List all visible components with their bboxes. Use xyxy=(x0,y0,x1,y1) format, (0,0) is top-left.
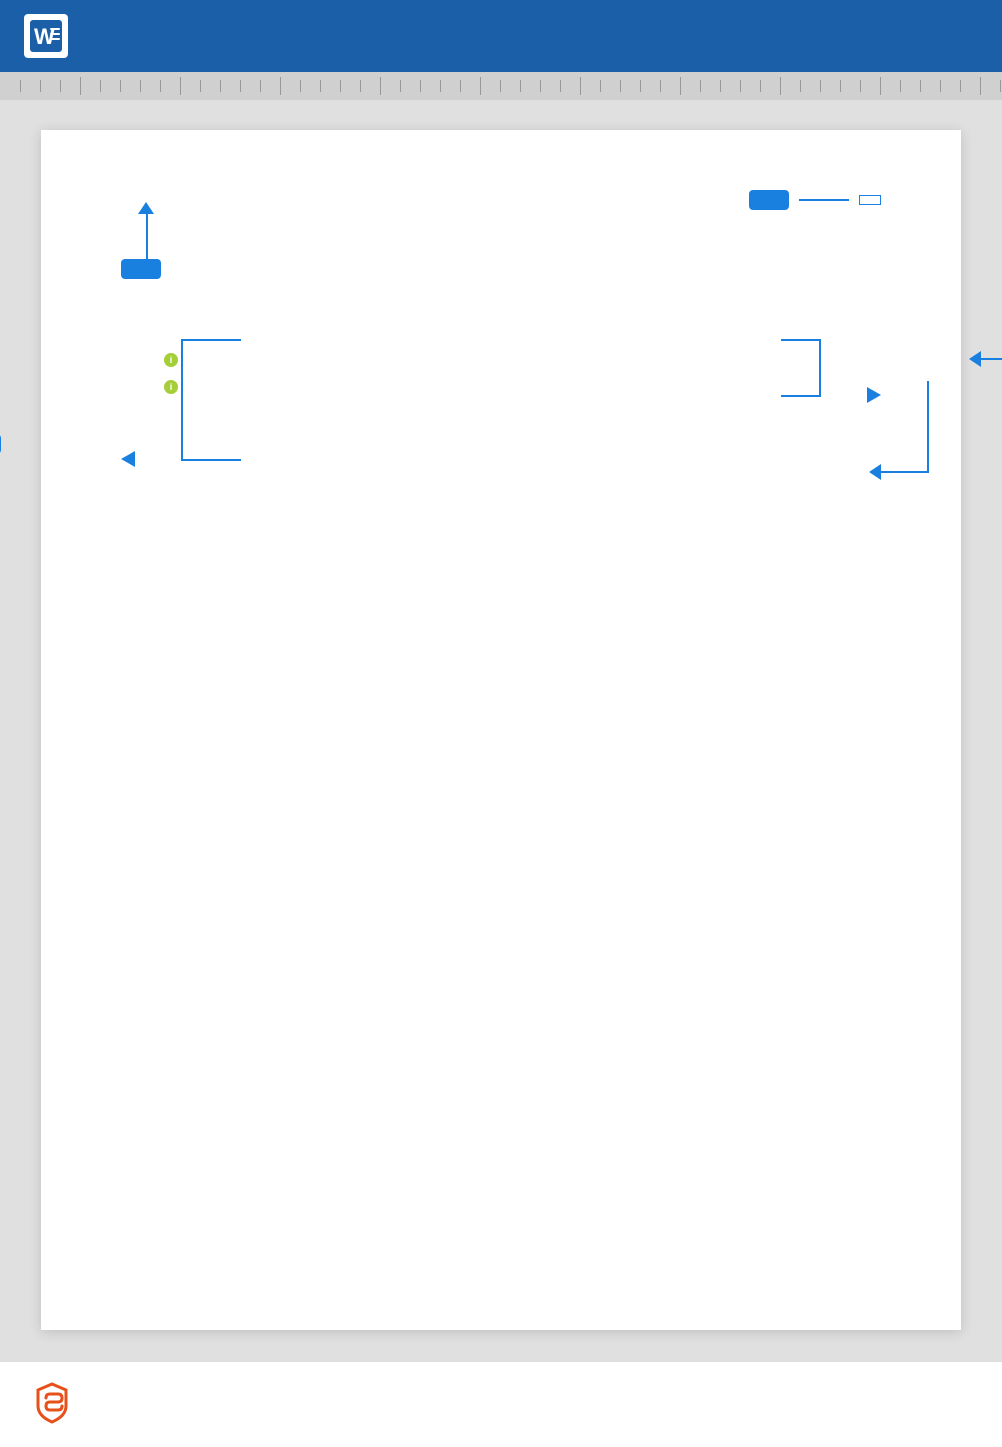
authors-label xyxy=(0,434,1,454)
authors-h-bottom xyxy=(181,459,241,461)
author-note-section: i i xyxy=(121,349,881,398)
an-arrow xyxy=(969,351,981,367)
rh-arrow-head xyxy=(138,202,154,214)
author-note-body: i i xyxy=(121,349,881,398)
pn-connector-line xyxy=(799,199,849,201)
author-note-p2: i xyxy=(121,377,881,399)
word-icon: W xyxy=(24,14,68,58)
page-number-area xyxy=(749,190,881,210)
page-number-box xyxy=(859,195,881,205)
authors-arrow xyxy=(121,451,135,467)
an-h-line xyxy=(981,358,1002,360)
orcid-icon-1: i xyxy=(164,353,178,367)
svg-text:W: W xyxy=(34,24,55,49)
running-head-annotation xyxy=(121,202,161,279)
bottom-bar xyxy=(0,1361,1002,1447)
scribbr-logo xyxy=(30,1380,74,1429)
authors-h-top xyxy=(181,339,241,341)
pt-v-line xyxy=(927,381,929,471)
author-note-annotation xyxy=(969,349,1002,369)
top-bar: W xyxy=(0,0,1002,72)
document-area: i i xyxy=(41,130,961,1330)
orcid-icon-2: i xyxy=(164,380,178,394)
author-note-p1: i xyxy=(121,349,881,371)
ruler: const ruler = document.querySelector('.r… xyxy=(0,72,1002,100)
aff-h-top xyxy=(781,339,821,341)
doc-header xyxy=(121,190,881,279)
pt-h-line xyxy=(881,471,929,473)
rh-arrow-line xyxy=(146,214,148,259)
authors-label-container xyxy=(0,434,1,459)
running-head-label xyxy=(121,259,161,279)
page-number-label xyxy=(749,190,789,210)
pt-arrow xyxy=(869,464,881,480)
